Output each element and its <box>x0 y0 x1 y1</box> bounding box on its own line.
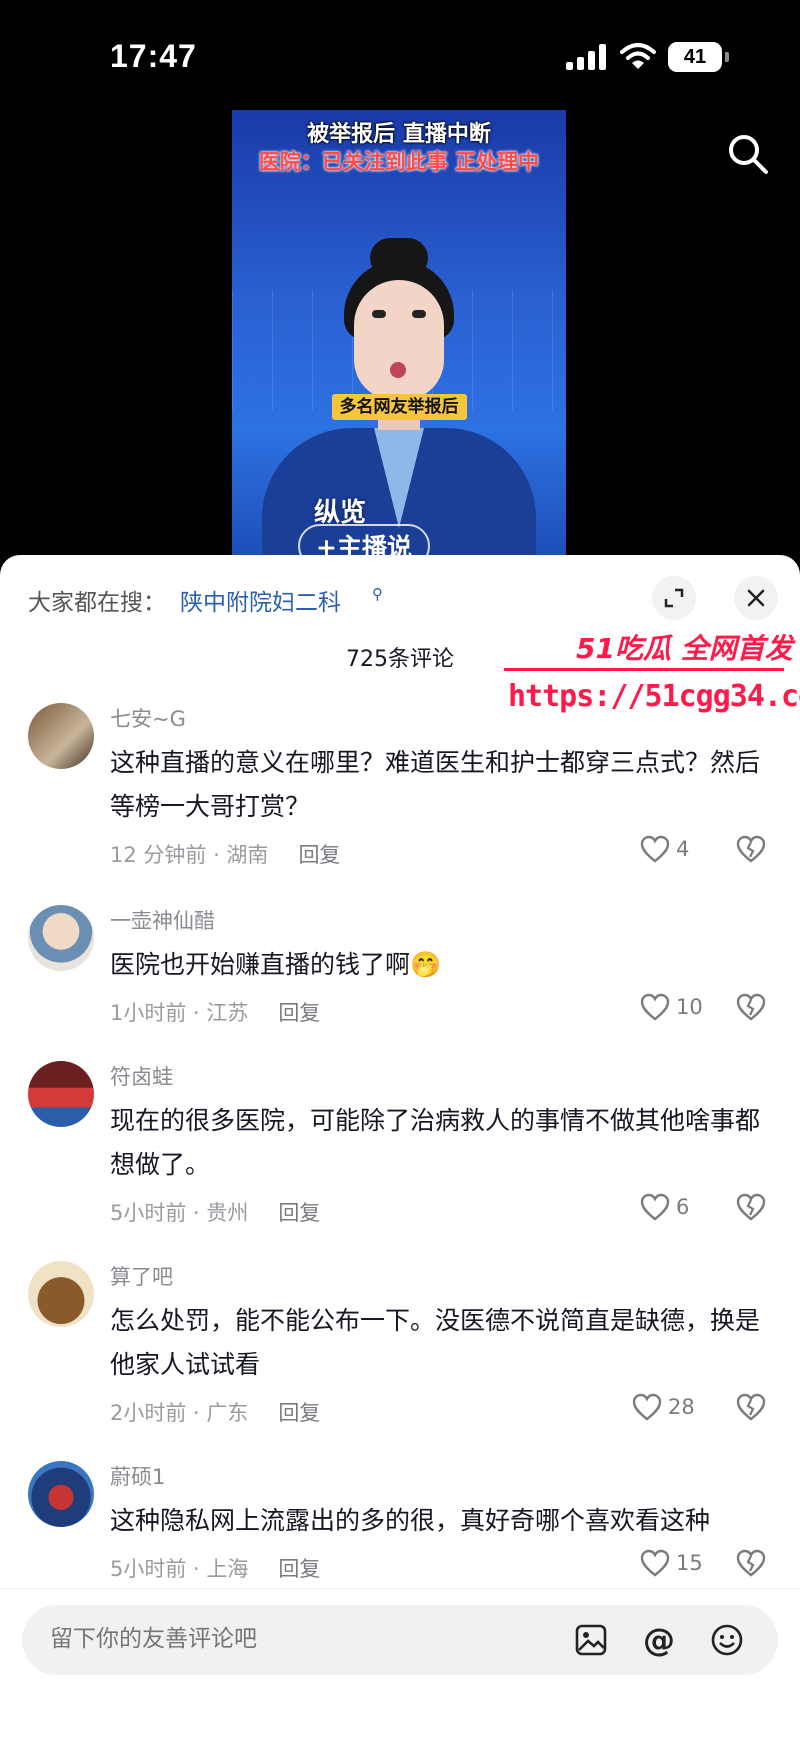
avatar[interactable] <box>28 1261 94 1327</box>
battery-icon: 41 <box>668 42 729 72</box>
anchor-mouth <box>390 362 406 378</box>
emoji-icon: 🤭 <box>410 950 442 979</box>
like-count: 15 <box>676 1551 703 1575</box>
comments-sheet: 大家都在搜： 陕中附院妇二科 ⚲ 725条评论 51吃瓜 全网首发 https:… <box>0 555 800 1738</box>
comment-username[interactable]: 符卤蛙 <box>110 1061 173 1091</box>
reply-button[interactable]: 回复 <box>278 1557 320 1581</box>
expand-icon <box>664 588 684 608</box>
comment-meta: 5小时前 · 贵州 回复 <box>110 1197 320 1227</box>
avatar[interactable] <box>28 703 94 769</box>
hot-search-prefix: 大家都在搜： <box>28 590 166 616</box>
mention-button[interactable]: @ <box>638 1619 680 1661</box>
dislike-icon[interactable] <box>736 993 766 1021</box>
like-count: 4 <box>676 837 690 861</box>
watermark-divider <box>504 668 784 671</box>
video-subheadline: 医院：已关注到此事 正处理中 <box>258 150 540 174</box>
comment-input-bar: @ <box>0 1588 800 1739</box>
emoji-icon <box>711 1624 743 1656</box>
expand-button[interactable] <box>652 576 696 620</box>
video-headline: 被举报后 直播中断 <box>307 122 491 147</box>
hot-search-link[interactable]: 陕中附院妇二科 <box>180 583 341 617</box>
comment-text-wrap: 医院也开始赚直播的钱了啊🤭 <box>110 943 760 987</box>
dislike-icon[interactable] <box>736 835 766 863</box>
comment-username[interactable]: 七安~G <box>110 703 186 733</box>
like-count: 10 <box>676 995 703 1019</box>
comment-time-location: 2小时前 · 广东 <box>110 1401 249 1425</box>
emoji-button[interactable] <box>706 1619 748 1661</box>
video-caption: 多名网友举报后 <box>232 392 566 420</box>
reply-button[interactable]: 回复 <box>298 843 340 867</box>
reply-button[interactable]: 回复 <box>278 1201 320 1225</box>
comment-meta: 1小时前 · 江苏 回复 <box>110 997 320 1027</box>
signal-icon <box>566 44 610 70</box>
avatar[interactable] <box>28 1061 94 1127</box>
image-icon <box>575 1624 607 1656</box>
reply-button[interactable]: 回复 <box>278 1001 320 1025</box>
like-button[interactable]: 15 <box>640 1549 703 1577</box>
like-count: 6 <box>676 1195 690 1219</box>
battery-level: 41 <box>683 46 707 68</box>
heart-icon <box>632 1393 662 1421</box>
dislike-icon[interactable] <box>736 1193 766 1221</box>
watermark-brand: 51吃瓜 全网首发 <box>576 632 793 665</box>
comment-time-location: 1小时前 · 江苏 <box>110 1001 249 1025</box>
heart-icon <box>640 1193 670 1221</box>
like-button[interactable]: 10 <box>640 993 703 1021</box>
heart-icon <box>640 1549 670 1577</box>
search-icon[interactable] <box>726 132 770 176</box>
comment-text: 怎么处罚，能不能公布一下。没医德不说简直是缺德，换是他家人试试看 <box>110 1306 761 1379</box>
video-caption-text: 多名网友举报后 <box>331 394 467 420</box>
comment-time-location: 12 分钟前 · 湖南 <box>110 843 269 867</box>
close-button[interactable] <box>734 576 778 620</box>
comment-time-location: 5小时前 · 贵州 <box>110 1201 249 1225</box>
status-bar: 17:47 41 <box>0 0 800 110</box>
image-button[interactable] <box>570 1619 612 1661</box>
avatar[interactable] <box>28 905 94 971</box>
video-player[interactable]: 被举报后 直播中断 医院：已关注到此事 正处理中 多名网友举报后 纵览 +主播说 <box>232 110 566 565</box>
comment-text: 这种直播的意义在哪里？难道医生和护士都穿三点式？然后等榜一大哥打赏？ <box>110 748 761 821</box>
comment-text: 医院也开始赚直播的钱了啊 <box>110 950 411 979</box>
avatar[interactable] <box>28 1461 94 1527</box>
like-button[interactable]: 4 <box>640 835 689 863</box>
comment-username[interactable]: 蔚硕1 <box>110 1461 165 1491</box>
anchor-eye-right <box>412 310 426 318</box>
comment-username[interactable]: 算了吧 <box>110 1261 173 1291</box>
comment-meta: 12 分钟前 · 湖南 回复 <box>110 839 340 869</box>
comment-input-container[interactable]: @ <box>22 1605 778 1675</box>
heart-icon <box>640 835 670 863</box>
anchor-eye-left <box>372 310 386 318</box>
heart-icon <box>640 993 670 1021</box>
comment-meta: 5小时前 · 上海 回复 <box>110 1553 320 1583</box>
dislike-icon[interactable] <box>736 1549 766 1577</box>
watermark-url: https://51cgg34.com <box>508 679 800 714</box>
anchor-face <box>354 280 444 400</box>
wifi-icon <box>620 43 656 69</box>
like-button[interactable]: 6 <box>640 1193 689 1221</box>
dislike-icon[interactable] <box>736 1393 766 1421</box>
status-time: 17:47 <box>110 38 197 74</box>
comment-text: 现在的很多医院，可能除了治病救人的事情不做其他啥事都想做了。 <box>110 1106 761 1179</box>
close-icon <box>747 589 765 607</box>
hot-search-icon: ⚲ <box>372 585 383 603</box>
comment-text: 这种隐私网上流露出的多的很，真好奇哪个喜欢看这种 <box>110 1506 711 1535</box>
like-count: 28 <box>668 1395 695 1419</box>
comment-time-location: 5小时前 · 上海 <box>110 1557 249 1581</box>
at-icon: @ <box>643 1621 675 1659</box>
comment-input[interactable] <box>48 1625 472 1653</box>
comment-username[interactable]: 一壶神仙醋 <box>110 905 215 935</box>
reply-button[interactable]: 回复 <box>278 1401 320 1425</box>
comment-meta: 2小时前 · 广东 回复 <box>110 1397 320 1427</box>
like-button[interactable]: 28 <box>632 1393 695 1421</box>
